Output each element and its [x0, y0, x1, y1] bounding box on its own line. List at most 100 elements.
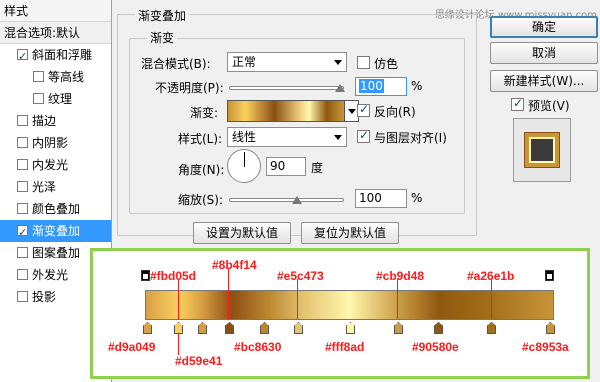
hex-label-bottom: #d59e41	[175, 354, 223, 368]
style-item-label: 图案叠加	[32, 246, 81, 260]
style-item-label: 投影	[32, 290, 57, 304]
style-item-satin[interactable]: 光泽	[0, 176, 111, 198]
outer-glow-checkbox[interactable]	[17, 269, 28, 280]
opacity-stop-left[interactable]	[141, 270, 150, 281]
gradient-subgroup-title: 渐变	[147, 29, 178, 46]
stroke-checkbox[interactable]	[17, 115, 28, 126]
style-item-label: 描边	[32, 114, 57, 128]
hex-label-top: #e5c473	[277, 269, 324, 283]
preview-checkbox[interactable]	[511, 96, 524, 111]
angle-label: 角度(N):	[178, 163, 225, 177]
angle-dial[interactable]	[227, 149, 261, 183]
scale-input[interactable]: 100	[355, 189, 407, 208]
scale-slider-thumb[interactable]	[292, 196, 302, 204]
chevron-down-icon	[334, 135, 342, 140]
preview-swatch	[525, 133, 559, 167]
gradient-label: 渐变:	[190, 106, 219, 120]
make-default-button[interactable]: 设置为默认值	[193, 222, 291, 244]
style-item-color-overlay[interactable]: 颜色叠加	[0, 198, 111, 220]
style-item-label: 外发光	[32, 268, 69, 282]
style-item-label: 纹理	[48, 92, 73, 106]
style-item-label: 斜面和浮雕	[32, 48, 93, 62]
gradient-swatch[interactable]	[227, 100, 345, 122]
chevron-down-icon	[334, 60, 342, 65]
styles-title: 样式	[0, 0, 111, 22]
scale-value: 100	[359, 191, 382, 205]
align-layer-checkbox[interactable]	[357, 128, 370, 143]
pointer-line	[178, 279, 179, 319]
opacity-stop-right[interactable]	[545, 270, 554, 281]
opacity-unit: %	[411, 79, 423, 93]
blend-mode-value: 正常	[232, 55, 257, 69]
reset-default-button[interactable]: 复位为默认值	[301, 222, 399, 244]
style-value: 线性	[232, 130, 257, 144]
style-select[interactable]: 线性	[227, 127, 347, 147]
style-item-label: 颜色叠加	[32, 202, 81, 216]
hex-label-top: #fbd05d	[150, 269, 197, 283]
blend-mode-select[interactable]: 正常	[227, 52, 347, 72]
opacity-slider-thumb[interactable]	[335, 84, 345, 92]
style-item-label: 内阴影	[32, 136, 69, 150]
blend-options-item[interactable]: 混合选项:默认	[0, 22, 111, 44]
hex-label-top: #8b4f14	[212, 258, 257, 272]
hex-label-bottom: #90580e	[412, 340, 459, 354]
blend-mode-label: 混合模式(B):	[141, 57, 211, 71]
gradient-overlay-title: 渐变叠加	[135, 7, 190, 24]
hex-label-bottom: #bc8630	[234, 340, 282, 354]
pointer-line	[491, 279, 492, 319]
angle-input[interactable]: 90	[266, 157, 306, 176]
hex-label-bottom: #d9a049	[108, 340, 156, 354]
style-item-label: 等高线	[48, 70, 85, 84]
opacity-input[interactable]: 100	[355, 77, 407, 96]
contour-checkbox[interactable]	[33, 71, 44, 82]
reverse-label: 反向(R)	[374, 105, 416, 119]
reverse-checkbox[interactable]	[357, 102, 370, 117]
preview-label: 预览(V)	[528, 99, 570, 113]
style-item-label: 光泽	[32, 180, 57, 194]
ok-button[interactable]: 确定	[490, 16, 598, 38]
dither-checkbox[interactable]	[357, 56, 370, 69]
style-item-texture[interactable]: 纹理	[0, 88, 111, 110]
angle-value: 90	[270, 159, 286, 173]
opacity-slider-track[interactable]	[229, 86, 344, 90]
style-item-contour[interactable]: 等高线	[0, 66, 111, 88]
dither-label: 仿色	[374, 57, 399, 71]
style-item-stroke[interactable]: 描边	[0, 110, 111, 132]
style-preview-thumbnail	[513, 118, 571, 182]
style-item-inner-glow[interactable]: 内发光	[0, 154, 111, 176]
style-item-label: 渐变叠加	[32, 224, 81, 238]
gradient-preview-bar[interactable]	[145, 290, 554, 320]
align-layer-label: 与图层对齐(I)	[374, 131, 447, 145]
style-item-gradient-overlay[interactable]: 渐变叠加	[0, 220, 111, 244]
cancel-button[interactable]: 取消	[490, 42, 598, 64]
scale-label: 缩放(S):	[178, 193, 224, 207]
pointer-line	[397, 279, 398, 319]
hex-label-top: #a26e1b	[467, 269, 515, 283]
hex-label-bottom: #fff8ad	[325, 340, 365, 354]
scale-unit: %	[411, 191, 423, 205]
drop-shadow-checkbox[interactable]	[17, 291, 28, 302]
style-label: 样式(L):	[178, 132, 223, 146]
opacity-label: 不透明度(P):	[155, 81, 224, 95]
pattern-overlay-checkbox[interactable]	[17, 247, 28, 258]
satin-checkbox[interactable]	[17, 181, 28, 192]
chevron-down-icon	[348, 109, 356, 114]
style-item-label: 内发光	[32, 158, 69, 172]
color-overlay-checkbox[interactable]	[17, 203, 28, 214]
bevel-emboss-checkbox[interactable]	[17, 46, 28, 68]
angle-indicator	[244, 152, 245, 167]
texture-checkbox[interactable]	[33, 93, 44, 104]
style-item-bevel-emboss[interactable]: 斜面和浮雕	[0, 44, 111, 68]
hex-label-bottom: #c8953a	[522, 340, 569, 354]
pointer-line	[297, 279, 298, 319]
pointer-line	[228, 268, 229, 320]
hex-label-top: #cb9d48	[376, 269, 425, 283]
gradient-overlay-checkbox[interactable]	[17, 222, 28, 244]
scale-slider-track[interactable]	[229, 198, 344, 202]
opacity-value: 100	[359, 79, 384, 93]
angle-unit: 度	[311, 161, 324, 175]
inner-shadow-checkbox[interactable]	[17, 137, 28, 148]
inner-glow-checkbox[interactable]	[17, 159, 28, 170]
style-item-inner-shadow[interactable]: 内阴影	[0, 132, 111, 154]
new-style-button[interactable]: 新建样式(W)...	[490, 70, 598, 92]
